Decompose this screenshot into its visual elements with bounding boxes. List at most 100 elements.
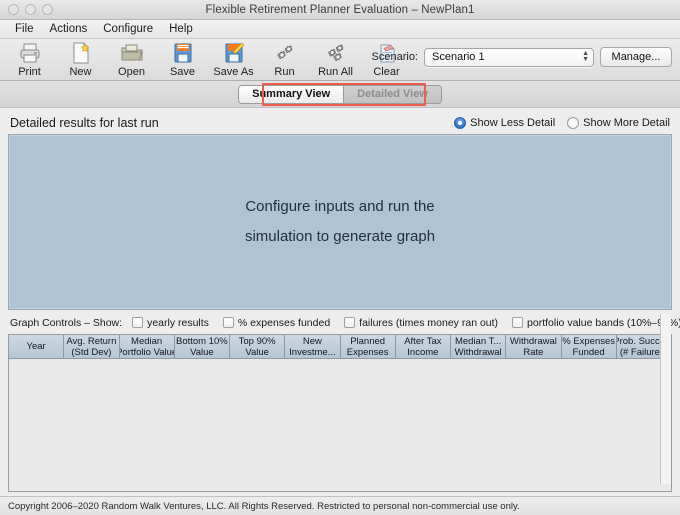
- tab-summary-view[interactable]: Summary View: [239, 85, 345, 103]
- menu-bar: File Actions Configure Help: [0, 20, 680, 39]
- chevron-updown-icon: ▲ ▼: [582, 50, 589, 63]
- column-header-line1: Bottom 10%: [176, 335, 228, 347]
- radio-unselected-icon: [567, 117, 580, 129]
- column-header-line1: Median T...: [454, 335, 502, 347]
- column-header-line2: Year: [26, 341, 46, 352]
- scenario-dropdown-value: Scenario 1: [432, 51, 485, 63]
- column-header-line1: % Expenses: [562, 335, 616, 347]
- floppy-disk-pencil-icon: [222, 41, 246, 65]
- graph-controls-label: Graph Controls – Show:: [10, 316, 123, 329]
- save-button[interactable]: Save: [157, 39, 208, 78]
- menu-item-actions[interactable]: Actions: [43, 22, 95, 36]
- window-title: Flexible Retirement Planner Evaluation –…: [205, 3, 475, 16]
- column-header-line1: Median: [131, 335, 163, 347]
- menu-item-file[interactable]: File: [8, 22, 41, 36]
- radio-show-more-detail-label: Show More Detail: [583, 117, 670, 129]
- checkbox-failures-label: failures (times money ran out): [359, 316, 499, 329]
- results-header: Detailed results for last run Show Less …: [8, 112, 672, 134]
- column-header-line2: (Std Dev): [71, 346, 112, 358]
- toolbar: Print New Open Save Save As Run Run All …: [0, 39, 680, 81]
- column-header-bottom-10-value[interactable]: Bottom 10% Value: [174, 335, 230, 359]
- column-header-line2: Value: [245, 346, 269, 358]
- run-label: Run: [274, 66, 295, 78]
- column-header-planned-expenses[interactable]: Planned Expenses: [340, 335, 396, 359]
- column-header-year[interactable]: Year: [9, 335, 65, 359]
- graph-controls-bar: Graph Controls – Show: yearly results % …: [8, 313, 680, 332]
- view-segmented-control: Summary View Detailed View: [238, 84, 442, 104]
- folder-open-icon: [120, 41, 144, 65]
- scenario-label: Scenario:: [371, 51, 418, 63]
- page-title: Detailed results for last run: [10, 116, 159, 130]
- save-as-label: Save As: [213, 66, 254, 78]
- column-header-percent-expenses-funded[interactable]: % Expenses Funded: [561, 335, 617, 359]
- gears-multiple-icon: [324, 41, 348, 65]
- column-header-after-tax-income[interactable]: After Tax Income: [395, 335, 451, 359]
- checkbox-yearly-results-label: yearly results: [147, 316, 209, 329]
- run-all-button[interactable]: Run All: [310, 39, 361, 78]
- checkbox-portfolio-value-bands-label: portfolio value bands (10%–90%): [527, 316, 680, 329]
- open-label: Open: [118, 66, 145, 78]
- save-label: Save: [169, 66, 196, 78]
- column-header-line2: Expenses: [346, 346, 389, 358]
- status-bar: Copyright 2006–2020 Random Walk Ventures…: [0, 496, 680, 515]
- checkbox-expenses-funded-label: % expenses funded: [237, 316, 331, 329]
- table-header-row: Year Avg. Return (Std Dev) Median Portfo…: [9, 335, 671, 359]
- clear-label: Clear: [373, 66, 400, 78]
- graph-placeholder-message: Configure inputs and run the simulation …: [245, 192, 435, 252]
- radio-show-more-detail[interactable]: Show More Detail: [567, 117, 670, 129]
- graph-placeholder-line1: Configure inputs and run the: [245, 198, 435, 215]
- graph-panel: Configure inputs and run the simulation …: [8, 134, 672, 310]
- checkbox-icon: [512, 317, 524, 328]
- column-header-line2: Rate: [523, 346, 544, 358]
- table-body: [9, 359, 671, 491]
- column-header-line1: Top 90%: [238, 335, 276, 347]
- column-header-line2: Investme...: [289, 346, 336, 358]
- table-vertical-scrollbar[interactable]: [660, 314, 671, 484]
- radio-selected-icon: [454, 117, 467, 129]
- results-table: Year Avg. Return (Std Dev) Median Portfo…: [8, 334, 672, 492]
- run-button[interactable]: Run: [259, 39, 310, 78]
- menu-item-configure[interactable]: Configure: [96, 22, 160, 36]
- title-bar: Flexible Retirement Planner Evaluation –…: [0, 0, 680, 20]
- column-header-line1: Avg. Return: [66, 335, 117, 347]
- checkbox-failures[interactable]: failures (times money ran out): [344, 317, 498, 329]
- checkbox-icon: [222, 317, 234, 328]
- new-button[interactable]: New: [55, 39, 106, 78]
- print-label: Print: [18, 66, 41, 78]
- column-header-line1: New: [302, 335, 322, 347]
- column-header-line2: Income: [407, 346, 439, 358]
- application-window: Flexible Retirement Planner Evaluation –…: [0, 0, 680, 515]
- radio-show-less-detail[interactable]: Show Less Detail: [454, 117, 555, 129]
- graph-placeholder-line2: simulation to generate graph: [244, 228, 436, 245]
- new-label: New: [69, 66, 92, 78]
- column-header-withdrawal-rate[interactable]: Withdrawal Rate: [506, 335, 562, 359]
- save-as-button[interactable]: Save As: [208, 39, 259, 78]
- copyright-text: Copyright 2006–2020 Random Walk Ventures…: [8, 500, 520, 512]
- menu-item-help[interactable]: Help: [162, 22, 200, 36]
- column-header-line1: Withdrawal: [509, 335, 557, 347]
- view-tab-strip: Summary View Detailed View: [0, 81, 680, 108]
- scenario-selector-group: Scenario: Scenario 1 ▲ ▼ Manage...: [372, 47, 672, 67]
- checkbox-icon: [132, 317, 144, 328]
- manage-button[interactable]: Manage...: [600, 47, 672, 67]
- radio-show-less-detail-label: Show Less Detail: [470, 117, 556, 129]
- scenario-dropdown[interactable]: Scenario 1 ▲ ▼: [424, 47, 594, 67]
- column-header-line2: Funded: [572, 346, 605, 358]
- column-header-avg-return[interactable]: Avg. Return (Std Dev): [64, 335, 120, 359]
- column-header-line2: Value: [190, 346, 214, 358]
- column-header-median-portfolio-value[interactable]: Median Portfolio Value: [119, 335, 175, 359]
- column-header-median-total-withdrawal[interactable]: Median T... Withdrawal: [451, 335, 507, 359]
- column-header-new-investment[interactable]: New Investme...: [285, 335, 341, 359]
- checkbox-yearly-results[interactable]: yearly results: [132, 317, 209, 329]
- column-header-line2: Portfolio Value: [119, 346, 175, 358]
- detail-level-radio-group: Show Less Detail Show More Detail: [454, 117, 670, 129]
- new-document-icon: [69, 41, 93, 65]
- checkbox-portfolio-value-bands[interactable]: portfolio value bands (10%–90%): [512, 317, 680, 329]
- print-button[interactable]: Print: [4, 39, 55, 78]
- checkbox-expenses-funded[interactable]: % expenses funded: [222, 316, 331, 329]
- floppy-disk-icon: [171, 41, 195, 65]
- open-button[interactable]: Open: [106, 39, 157, 78]
- tab-detailed-view[interactable]: Detailed View: [344, 85, 441, 103]
- printer-icon: [18, 41, 42, 65]
- column-header-top-90-value[interactable]: Top 90% Value: [230, 335, 286, 359]
